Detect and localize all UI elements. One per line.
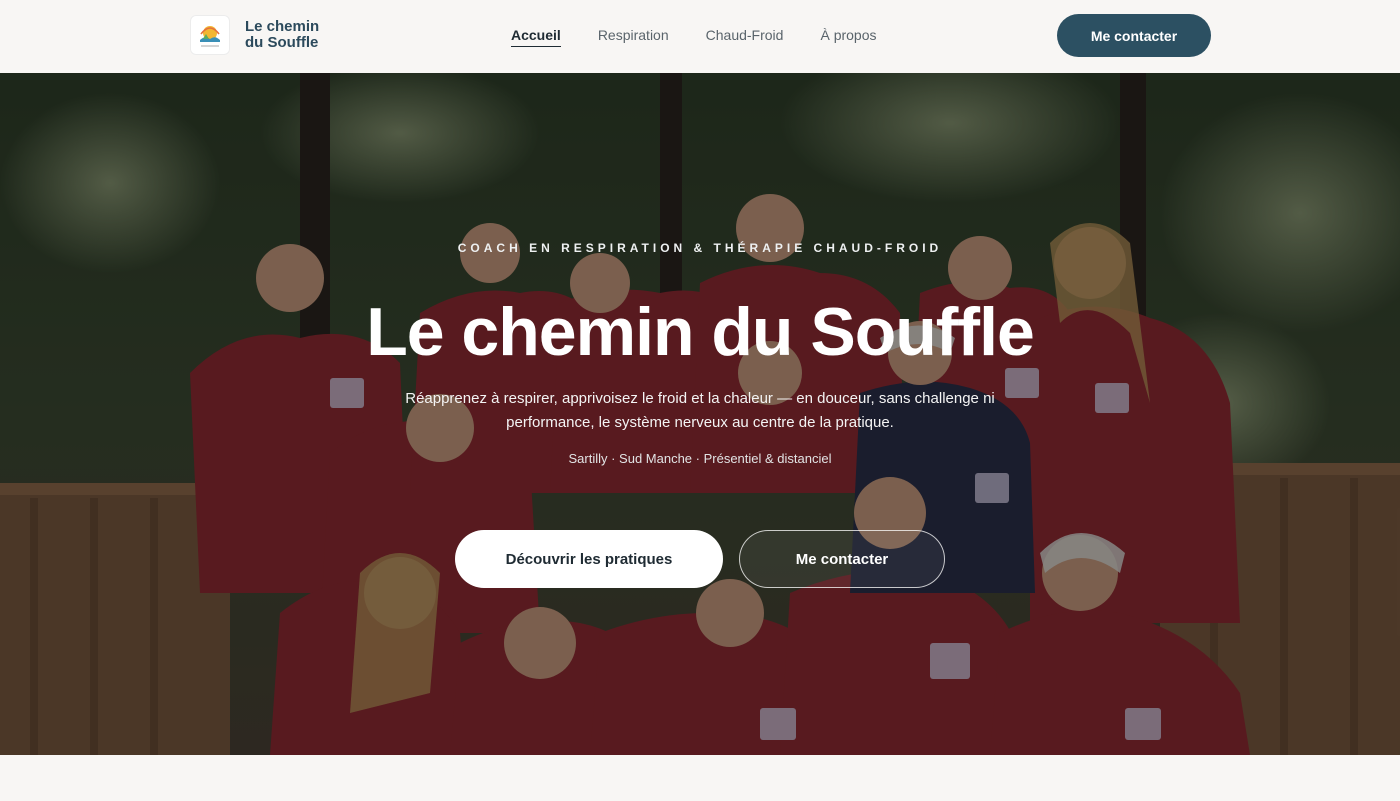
nav-item-respiration[interactable]: Respiration — [598, 26, 669, 47]
brand-logo-link[interactable]: Le chemin du Souffle — [190, 15, 335, 55]
hero-section: COACH EN RESPIRATION & THÉRAPIE CHAUD-FR… — [0, 73, 1400, 755]
next-section-top — [0, 755, 1400, 801]
brand-name: Le chemin du Souffle — [245, 18, 320, 51]
sun-landscape-logo-icon — [190, 15, 230, 55]
hero-contact-button[interactable]: Me contacter — [739, 530, 945, 588]
hero-title: Le chemin du Souffle — [366, 294, 1035, 370]
header-contact-button[interactable]: Me contacter — [1057, 14, 1211, 57]
hero-location: Sartilly · Sud Manche · Présentiel & dis… — [568, 451, 832, 466]
nav-item-chaud-froid[interactable]: Chaud-Froid — [706, 26, 784, 47]
hero-subtitle: Réapprenez à respirer, apprivoisez le fr… — [405, 390, 995, 431]
discover-practices-button[interactable]: Découvrir les pratiques — [455, 530, 723, 588]
main-nav: Accueil Respiration Chaud-Froid À propos — [511, 26, 877, 47]
hero-content: COACH EN RESPIRATION & THÉRAPIE CHAUD-FR… — [0, 73, 1400, 755]
nav-item-a-propos[interactable]: À propos — [820, 26, 876, 47]
nav-item-accueil[interactable]: Accueil — [511, 26, 561, 47]
hero-eyebrow: COACH EN RESPIRATION & THÉRAPIE CHAUD-FR… — [457, 241, 943, 255]
site-header: Le chemin du Souffle Accueil Respiration… — [0, 0, 1400, 73]
